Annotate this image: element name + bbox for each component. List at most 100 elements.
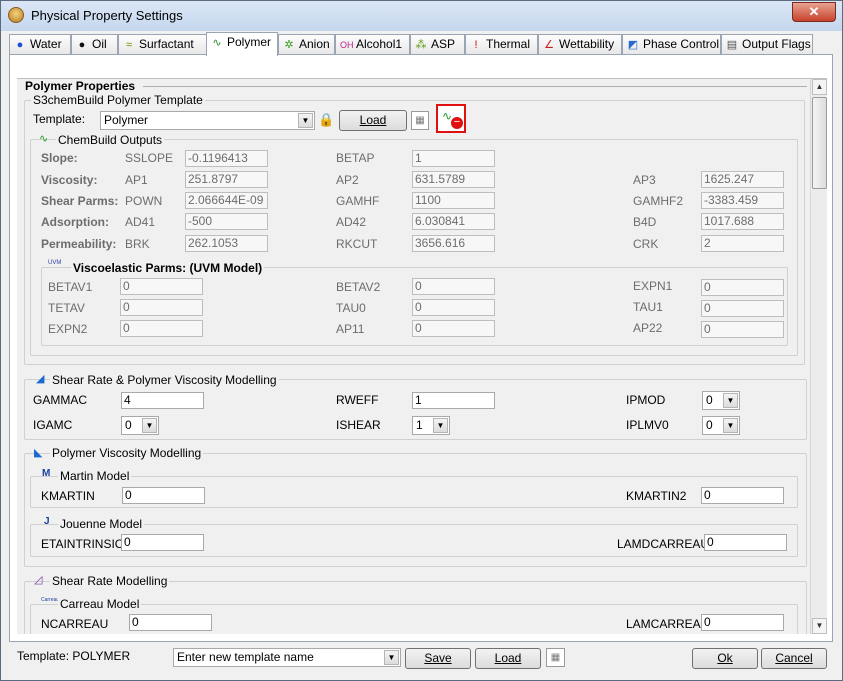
kmartin-label: KMARTIN	[41, 489, 95, 503]
igamc-select[interactable]: 0 ▼	[121, 416, 159, 435]
new-template-name-combo[interactable]: Enter new template name ▼	[173, 648, 401, 667]
lamcarreau-field[interactable]: 0	[701, 614, 784, 631]
template-list-icon[interactable]: ▦	[411, 111, 429, 130]
thermometer-icon: !	[474, 39, 478, 51]
tab-asp[interactable]: ⁂ ASP	[410, 34, 465, 55]
ap11-field[interactable]: 0	[412, 320, 495, 337]
param-pown-label: POWN	[125, 194, 163, 208]
etaintrinsic-field[interactable]: 0	[121, 534, 204, 551]
tab-label: Anion	[299, 37, 330, 51]
kmartin-field[interactable]: 0	[122, 487, 205, 504]
iplmv0-label: IPLMV0	[626, 418, 669, 432]
betap-field[interactable]: 1	[412, 150, 495, 167]
ad41-field[interactable]: -500	[185, 213, 268, 230]
param-betap-label: BETAP	[336, 151, 375, 165]
param-ap22-label: AP22	[633, 321, 663, 335]
param-brk-label: BRK	[125, 237, 150, 251]
ncarreau-field[interactable]: 0	[129, 614, 212, 631]
tetav-field[interactable]: 0	[120, 299, 203, 316]
template-load-button[interactable]: Load	[339, 110, 407, 131]
tau0-field[interactable]: 0	[412, 299, 495, 316]
ishear-select[interactable]: 1 ▼	[412, 416, 450, 435]
b4d-field[interactable]: 1017.688	[701, 213, 784, 230]
expn2-field[interactable]: 0	[120, 320, 203, 337]
footer-load-button[interactable]: Load	[475, 648, 541, 669]
tab-alcohol[interactable]: OH Alcohol1	[335, 34, 410, 55]
tab-output-flags[interactable]: ▤ Output Flags	[721, 34, 813, 55]
param-rkcut-label: RKCUT	[336, 237, 378, 251]
phase-control-icon: ◩	[627, 39, 639, 51]
tab-thermal[interactable]: ! Thermal	[465, 34, 538, 55]
ishear-value: 1	[416, 418, 423, 432]
group-title-carreau: Carreau Model	[58, 597, 142, 611]
chevron-down-icon: ▼	[384, 650, 399, 665]
ap22-field[interactable]: 0	[701, 321, 784, 338]
tab-label: Polymer	[227, 35, 272, 49]
tab-polymer[interactable]: ∿ Polymer	[206, 32, 278, 56]
tab-label: Phase Control	[643, 37, 720, 51]
kmartin2-label: KMARTIN2	[626, 489, 687, 503]
ipmod-select[interactable]: 0 ▼	[702, 391, 740, 410]
tau1-field[interactable]: 0	[701, 300, 784, 317]
gammac-field[interactable]: 4	[121, 392, 204, 409]
martin-model-icon: M	[42, 468, 51, 479]
param-ap1-label: AP1	[125, 173, 148, 187]
ad42-field[interactable]: 6.030841	[412, 213, 495, 230]
ap1-field[interactable]: 251.8797	[185, 171, 268, 188]
window-title: Physical Property Settings	[31, 8, 183, 23]
tab-water[interactable]: ● Water	[9, 34, 71, 55]
expn1-field[interactable]: 0	[701, 279, 784, 296]
cancel-button[interactable]: Cancel	[761, 648, 827, 669]
scroll-down-icon[interactable]: ▼	[812, 618, 827, 634]
ap2-field[interactable]: 631.5789	[412, 171, 495, 188]
ap3-field[interactable]: 1625.247	[701, 171, 784, 188]
save-button[interactable]: Save	[405, 648, 471, 669]
scroll-thumb[interactable]	[812, 97, 827, 189]
polymer-viscosity-icon: ◣	[34, 447, 43, 459]
rkcut-field[interactable]: 3656.616	[412, 235, 495, 252]
tab-wettability[interactable]: ∠ Wettability	[538, 34, 622, 55]
tab-anion[interactable]: ✲ Anion	[278, 34, 335, 55]
chevron-down-icon: ▼	[298, 113, 313, 128]
lock-icon[interactable]: 🔒	[318, 112, 334, 129]
delete-template-button[interactable]: ∿ −	[436, 104, 466, 133]
tab-phase-control[interactable]: ◩ Phase Control	[622, 34, 721, 55]
tab-oil[interactable]: ● Oil	[71, 34, 118, 55]
section-heading-polymer-properties: Polymer Properties	[25, 79, 136, 93]
slope-label: Slope:	[41, 151, 78, 165]
ok-button[interactable]: Ok	[692, 648, 758, 669]
ipmod-value: 0	[706, 393, 713, 407]
pown-field[interactable]: 2.066644E-09	[185, 192, 268, 209]
jouenne-model-icon: J	[44, 516, 50, 527]
sslope-field[interactable]: -0.1196413	[185, 150, 268, 167]
iplmv0-value: 0	[706, 418, 713, 432]
tab-surfactant[interactable]: ≈ Surfactant	[118, 34, 207, 55]
betav1-field[interactable]: 0	[120, 278, 203, 295]
gamhf-field[interactable]: 1100	[412, 192, 495, 209]
iplmv0-select[interactable]: 0 ▼	[702, 416, 740, 435]
template-select[interactable]: Polymer ▼	[100, 111, 315, 130]
asp-icon: ⁂	[415, 39, 427, 51]
gamhf2-field[interactable]: -3383.459	[701, 192, 784, 209]
close-button[interactable]: ✕	[792, 2, 836, 22]
vertical-scrollbar[interactable]: ▲ ▼	[810, 79, 827, 634]
lamdcarreau-field[interactable]: 0	[704, 534, 787, 551]
rweff-field[interactable]: 1	[412, 392, 495, 409]
group-title-chembuild: ChemBuild Outputs	[56, 133, 165, 147]
template-select-value: Polymer	[104, 113, 149, 127]
polymer-icon: ∿	[212, 37, 222, 49]
param-expn2-label: EXPN2	[48, 322, 88, 336]
template-list-icon[interactable]: ▦	[546, 648, 565, 667]
lamdcarreau-label: LAMDCARREAU	[617, 537, 710, 551]
crk-field[interactable]: 2	[701, 235, 784, 252]
param-tau1-label: TAU1	[633, 300, 663, 314]
rweff-label: RWEFF	[336, 393, 379, 407]
brk-field[interactable]: 262.1053	[185, 235, 268, 252]
kmartin2-field[interactable]: 0	[701, 487, 784, 504]
betav2-field[interactable]: 0	[412, 278, 495, 295]
scroll-up-icon[interactable]: ▲	[812, 79, 827, 95]
tab-label: ASP	[431, 37, 456, 51]
scroll-area: Polymer Properties S3chemBuild Polymer T…	[17, 78, 827, 634]
igamc-value: 0	[125, 418, 132, 432]
save-label: Save	[424, 651, 452, 665]
